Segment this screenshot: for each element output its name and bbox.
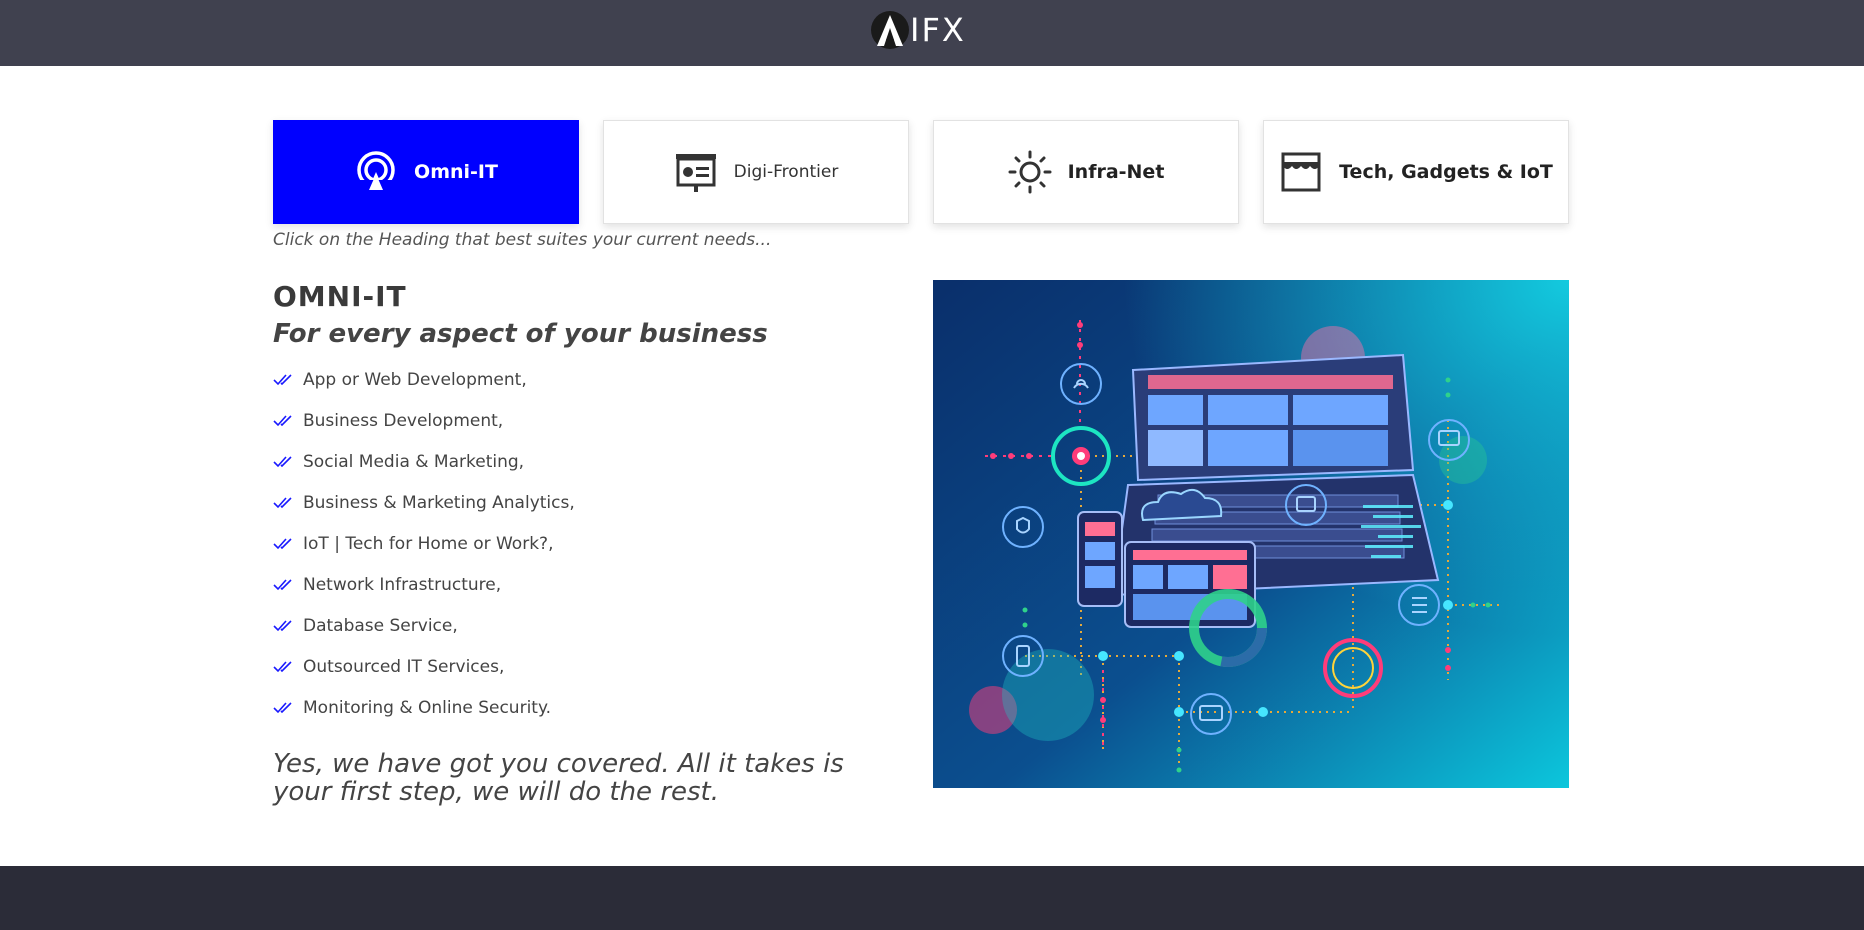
site-logo[interactable]: IFX bbox=[870, 8, 966, 52]
list-item: Monitoring & Online Security. bbox=[273, 687, 913, 728]
list-item: App or Web Development, bbox=[273, 359, 913, 400]
section-subheading: For every aspect of your business bbox=[273, 319, 768, 349]
tab-hint: Click on the Heading that best suites yo… bbox=[273, 230, 772, 250]
tab-digi-frontier[interactable]: Digi-Frontier bbox=[603, 120, 909, 224]
list-item: Outsourced IT Services, bbox=[273, 646, 913, 687]
feature-label: Network Infrastructure, bbox=[303, 574, 502, 595]
list-item: Database Service, bbox=[273, 605, 913, 646]
double-check-icon bbox=[273, 619, 292, 631]
double-check-icon bbox=[273, 496, 292, 508]
sun-icon bbox=[1008, 150, 1052, 194]
feature-list: App or Web Development, Business Develop… bbox=[273, 359, 913, 728]
tab-omni-it[interactable]: Omni-IT bbox=[273, 120, 579, 224]
list-item: IoT | Tech for Home or Work?, bbox=[273, 523, 913, 564]
presentation-board-icon bbox=[675, 154, 716, 192]
double-check-icon bbox=[273, 373, 292, 385]
double-check-icon bbox=[273, 578, 292, 590]
tab-label: Digi-Frontier bbox=[733, 162, 839, 182]
double-check-icon bbox=[273, 537, 292, 549]
tab-label: Tech, Gadgets & IoT bbox=[1339, 161, 1553, 183]
double-check-icon bbox=[273, 660, 292, 672]
technology-network-illustration bbox=[933, 280, 1569, 788]
service-description: OMNI-IT For every aspect of your busines… bbox=[273, 280, 913, 806]
double-check-icon bbox=[273, 701, 292, 713]
list-item: Network Infrastructure, bbox=[273, 564, 913, 605]
list-item: Social Media & Marketing, bbox=[273, 441, 913, 482]
feature-label: Business Development, bbox=[303, 410, 504, 431]
footer bbox=[0, 866, 1864, 930]
feature-label: Database Service, bbox=[303, 615, 458, 636]
hero-illustration bbox=[933, 280, 1569, 788]
aifx-logo-icon bbox=[871, 11, 909, 49]
section-heading: OMNI-IT bbox=[273, 280, 407, 313]
tab-tech-gadgets-iot[interactable]: Tech, Gadgets & IoT bbox=[1263, 120, 1569, 224]
service-tabs: Omni-IT Digi-Frontier Infra-Net Tech, Ga… bbox=[273, 120, 1569, 224]
feature-label: IoT | Tech for Home or Work?, bbox=[303, 533, 554, 554]
wifi-pin-icon bbox=[357, 151, 395, 192]
tab-label: Infra-Net bbox=[1067, 161, 1165, 183]
feature-label: App or Web Development, bbox=[303, 369, 527, 390]
double-check-icon bbox=[273, 414, 292, 426]
top-navbar: IFX bbox=[0, 0, 1864, 66]
list-item: Business & Marketing Analytics, bbox=[273, 482, 913, 523]
double-check-icon bbox=[273, 455, 292, 467]
feature-label: Outsourced IT Services, bbox=[303, 656, 505, 677]
list-item: Business Development, bbox=[273, 400, 913, 441]
tab-label: Omni-IT bbox=[414, 161, 498, 183]
feature-label: Business & Marketing Analytics, bbox=[303, 492, 575, 513]
feature-label: Social Media & Marketing, bbox=[303, 451, 525, 472]
feature-label: Monitoring & Online Security. bbox=[303, 697, 552, 718]
logo-text: IFX bbox=[910, 11, 966, 49]
closing-statement: Yes, we have got you covered. All it tak… bbox=[273, 749, 844, 807]
storefront-icon bbox=[1281, 152, 1321, 192]
tab-infra-net[interactable]: Infra-Net bbox=[933, 120, 1239, 224]
